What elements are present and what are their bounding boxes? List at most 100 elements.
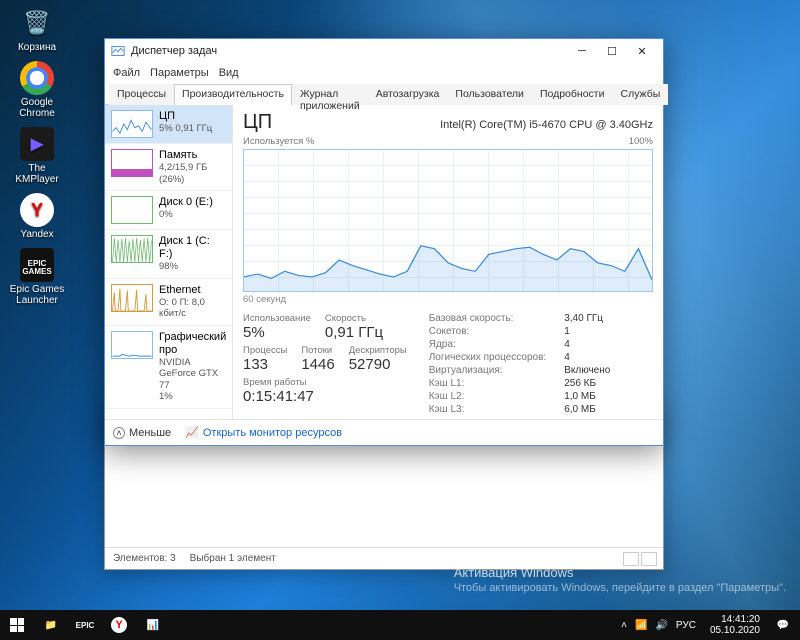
sidebar-item-title: Память <box>159 149 226 162</box>
clock-time: 14:41:20 <box>710 614 760 625</box>
disk-thumb-icon <box>111 196 153 224</box>
start-button[interactable] <box>0 610 34 640</box>
tab-bar: Процессы Производительность Журнал прило… <box>105 83 663 105</box>
desktop-icon-label: Google Chrome <box>6 97 68 119</box>
sidebar-item-title: Диск 0 (E:) <box>159 196 213 209</box>
page-title: ЦП <box>243 111 272 134</box>
sidebar-item-disk0[interactable]: Диск 0 (E:)0% <box>105 191 232 230</box>
minimize-button[interactable]: ─ <box>567 40 597 62</box>
desktop-icon-label: Корзина <box>18 42 56 53</box>
desktop-icon-chrome[interactable]: Google Chrome <box>6 59 68 121</box>
spec-key: Сокетов: <box>429 326 546 337</box>
desktop-icon-epic[interactable]: EPICGAMES Epic Games Launcher <box>6 246 68 308</box>
cpu-model: Intel(R) Core(TM) i5-4670 CPU @ 3.40GHz <box>440 119 653 131</box>
desktop-icon-yandex[interactable]: Y Yandex <box>6 191 68 242</box>
tab-users[interactable]: Пользователи <box>447 84 532 105</box>
sidebar-item-title: Графический про <box>159 331 226 357</box>
menu-options[interactable]: Параметры <box>150 67 209 79</box>
desktop-icon-recycle-bin[interactable]: 🗑️ Корзина <box>6 4 68 55</box>
stat-label-handles: Дескрипторы <box>349 345 407 356</box>
taskbar-app-task-manager[interactable]: 📊 <box>136 610 170 640</box>
stat-label-speed: Скорость <box>325 313 383 324</box>
sidebar-item-sub: 5% 0,91 ГГц <box>159 123 212 134</box>
stat-value-threads: 1446 <box>301 356 334 373</box>
spec-key: Кэш L3: <box>429 404 546 415</box>
sidebar-item-title: Ethernet <box>159 284 226 297</box>
taskbar-app-yandex[interactable]: Y <box>102 610 136 640</box>
sidebar-item-gpu[interactable]: Графический проNVIDIA GeForce GTX 771% <box>105 326 232 409</box>
taskbar-clock[interactable]: 14:41:20 05.10.2020 <box>704 614 766 636</box>
desktop-icon-kmplayer[interactable]: ▶ The KMPlayer <box>6 125 68 187</box>
tray-network-icon[interactable]: 📶 <box>635 620 647 631</box>
watermark-title: Активация Windows <box>454 565 786 580</box>
spec-value: 6,0 МБ <box>564 404 610 415</box>
stat-label-processes: Процессы <box>243 345 287 356</box>
tab-processes[interactable]: Процессы <box>109 84 174 105</box>
task-manager-icon <box>111 44 125 58</box>
sidebar-item-memory[interactable]: Память4,2/15,9 ГБ (26%) <box>105 144 232 191</box>
open-resource-monitor-link[interactable]: 📈Открыть монитор ресурсов <box>185 426 342 439</box>
spec-key: Кэш L1: <box>429 378 546 389</box>
sidebar-item-sub: 0% <box>159 209 213 220</box>
desktop-icon-label: Epic Games Launcher <box>6 284 68 306</box>
spec-key: Виртуализация: <box>429 365 546 376</box>
memory-thumb-icon <box>111 149 153 177</box>
sidebar-item-sub: NVIDIA GeForce GTX 77 <box>159 357 226 391</box>
resource-monitor-icon: 📈 <box>185 426 199 439</box>
tray-language[interactable]: РУС <box>676 620 696 631</box>
spec-value: 1 <box>564 326 610 337</box>
chevron-up-icon: ˄ <box>113 427 125 439</box>
tab-performance[interactable]: Производительность <box>174 84 292 105</box>
sidebar-item-sub: О: 0 П: 8,0 кбит/с <box>159 297 226 320</box>
menu-file[interactable]: Файл <box>113 67 140 79</box>
tab-details[interactable]: Подробности <box>532 84 613 105</box>
task-manager-window: Диспетчер задач ─ ☐ ✕ Файл Параметры Вид… <box>104 38 664 446</box>
stat-value-handles: 52790 <box>349 356 407 373</box>
stat-value-uptime: 0:15:41:47 <box>243 388 407 405</box>
desktop-icon-label: Yandex <box>20 229 53 240</box>
menu-view[interactable]: Вид <box>219 67 239 79</box>
ethernet-thumb-icon <box>111 284 153 312</box>
spec-key: Ядра: <box>429 339 546 350</box>
desktop-icon-label: The KMPlayer <box>6 163 68 185</box>
tab-startup[interactable]: Автозагрузка <box>368 84 448 105</box>
tab-app-history[interactable]: Журнал приложений <box>292 84 368 105</box>
sidebar-item-title: ЦП <box>159 110 212 123</box>
stat-value-processes: 133 <box>243 356 287 373</box>
titlebar[interactable]: Диспетчер задач ─ ☐ ✕ <box>105 39 663 63</box>
spec-key: Логических процессоров: <box>429 352 546 363</box>
chrome-icon <box>20 61 54 95</box>
taskbar: 📁 EPIC Y 📊 ˄ 📶 🔊 РУС 14:41:20 05.10.2020… <box>0 610 800 640</box>
explorer-item-count: Элементов: 3 <box>113 553 176 564</box>
activation-watermark: Активация Windows Чтобы активировать Win… <box>454 565 786 594</box>
spec-key: Базовая скорость: <box>429 313 546 324</box>
cpu-thumb-icon <box>111 110 153 138</box>
fewer-details-button[interactable]: ˄Меньше <box>113 427 171 439</box>
spec-value: Включено <box>564 365 610 376</box>
trash-icon: 🗑️ <box>20 6 54 40</box>
taskbar-app-epic[interactable]: EPIC <box>68 610 102 640</box>
maximize-button[interactable]: ☐ <box>597 40 627 62</box>
close-button[interactable]: ✕ <box>627 40 657 62</box>
chart-y-label: Используется % <box>243 136 314 147</box>
stat-value-usage: 5% <box>243 324 311 341</box>
tray-volume-icon[interactable]: 🔊 <box>655 620 667 631</box>
explorer-view-toggle[interactable] <box>623 552 657 566</box>
spec-value: 4 <box>564 352 610 363</box>
taskbar-notifications-button[interactable]: 💬 <box>766 610 800 640</box>
menubar: Файл Параметры Вид <box>105 63 663 83</box>
sidebar-item-ethernet[interactable]: EthernetО: 0 П: 8,0 кбит/с <box>105 279 232 326</box>
sidebar-item-cpu[interactable]: ЦП5% 0,91 ГГц <box>105 105 232 144</box>
kmplayer-icon: ▶ <box>20 127 54 161</box>
sidebar-item-sub2: 1% <box>159 391 226 402</box>
spec-value: 1,0 МБ <box>564 391 610 402</box>
tab-services[interactable]: Службы <box>612 84 668 105</box>
cpu-spec-grid: Базовая скорость:3,40 ГГцСокетов:1Ядра:4… <box>429 313 611 415</box>
taskbar-app-explorer[interactable]: 📁 <box>34 610 68 640</box>
clock-date: 05.10.2020 <box>710 625 760 636</box>
stat-label-uptime: Время работы <box>243 377 407 388</box>
sidebar-item-disk1[interactable]: Диск 1 (C: F:)98% <box>105 230 232 279</box>
spec-value: 256 КБ <box>564 378 610 389</box>
tray-chevron-icon[interactable]: ˄ <box>621 620 627 631</box>
epic-games-icon: EPICGAMES <box>20 248 54 282</box>
